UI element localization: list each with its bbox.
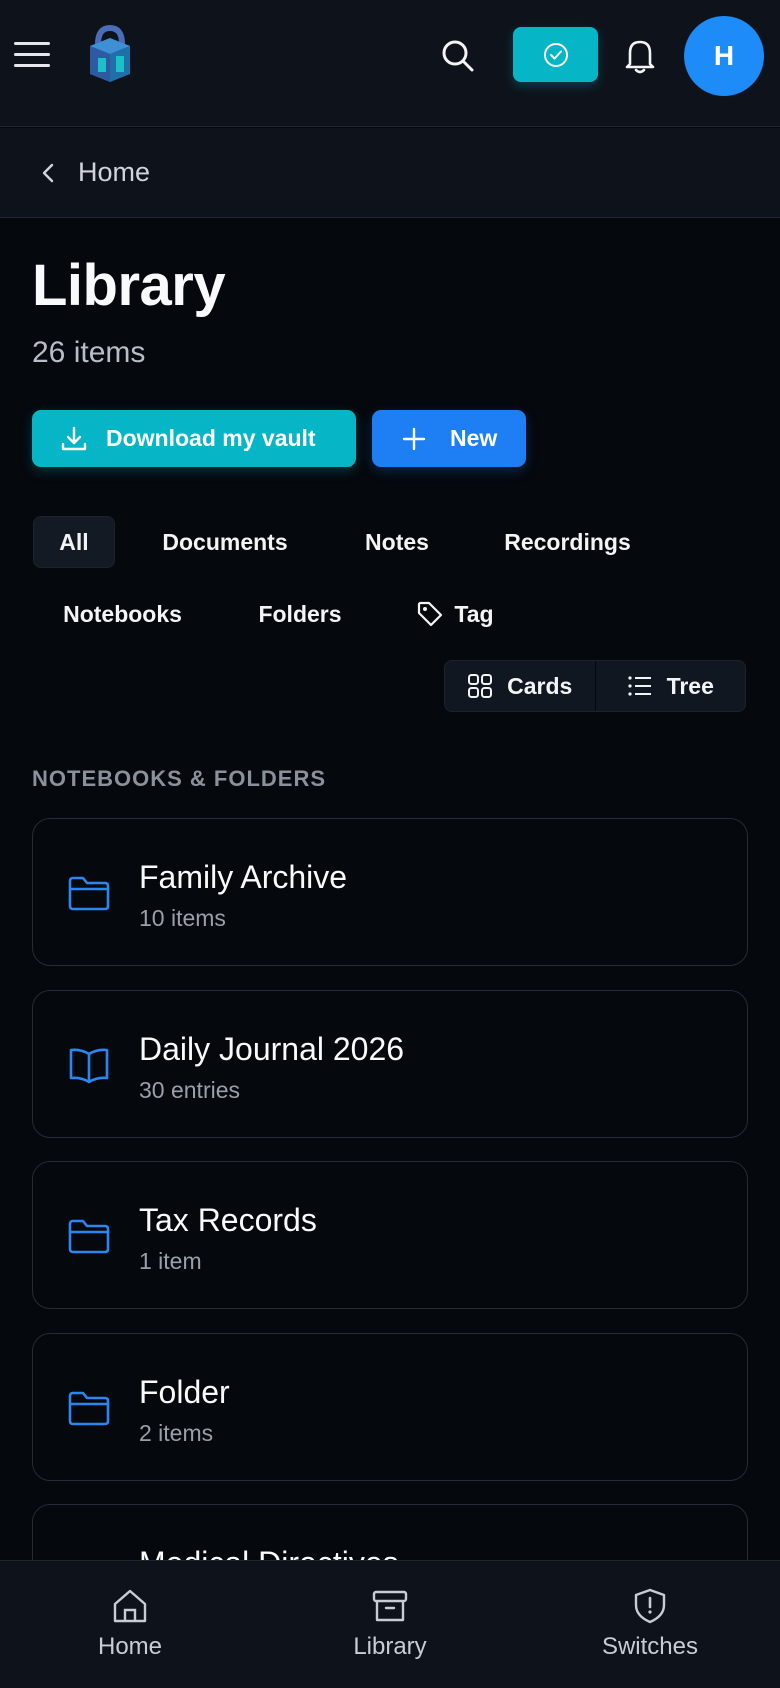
search-icon[interactable]	[438, 36, 478, 76]
home-icon	[113, 1589, 147, 1623]
chevron-left-icon	[42, 163, 54, 182]
download-vault-button[interactable]: Download my vault	[32, 410, 356, 467]
filter-documents[interactable]: Documents	[150, 516, 300, 568]
breadcrumb[interactable]: Home	[0, 128, 780, 218]
list-item[interactable]: Tax Records 1 item	[32, 1161, 748, 1309]
nav-switches-label: Switches	[601, 1633, 699, 1660]
book-open-icon	[69, 1048, 109, 1084]
shield-alert-icon	[634, 1588, 666, 1624]
new-item-label: New	[450, 425, 498, 451]
view-tree-button[interactable]: Tree	[596, 661, 746, 711]
page-title: Library	[32, 253, 226, 318]
view-toggle: Cards Tree	[444, 660, 746, 712]
bottom-nav: Home Library Switches	[0, 1560, 780, 1688]
item-title: Family Archive	[139, 859, 348, 895]
list-item[interactable]: Daily Journal 2026 30 entries	[32, 990, 748, 1138]
section-label: NOTEBOOKS & FOLDERS	[32, 766, 327, 791]
item-count: 26 items	[32, 336, 146, 369]
nav-switches[interactable]: Switches	[520, 1561, 780, 1688]
view-cards-label: Cards	[507, 672, 573, 699]
item-title: Folder	[139, 1374, 230, 1410]
item-subtitle: 2 items	[139, 1420, 214, 1446]
item-subtitle: 10 items	[139, 905, 226, 931]
menu-icon[interactable]	[14, 40, 52, 70]
view-cards-button[interactable]: Cards	[445, 661, 595, 711]
filter-recordings[interactable]: Recordings	[490, 516, 645, 568]
folder-icon	[68, 1391, 110, 1426]
grid-icon	[468, 674, 493, 698]
new-item-button[interactable]: New	[372, 410, 526, 467]
filter-folders[interactable]: Folders	[245, 588, 355, 640]
item-title: Daily Journal 2026	[139, 1031, 405, 1067]
item-title: Tax Records	[139, 1202, 317, 1238]
breadcrumb-home-label: Home	[78, 157, 151, 187]
nav-home-label: Home	[97, 1633, 163, 1660]
download-vault-label: Download my vault	[106, 425, 316, 451]
list-icon	[627, 676, 651, 696]
list-item[interactable]: Folder 2 items	[32, 1333, 748, 1481]
plus-icon	[402, 427, 426, 450]
filter-all[interactable]: All	[33, 516, 115, 568]
view-tree-label: Tree	[666, 672, 714, 699]
item-subtitle: 30 entries	[139, 1077, 241, 1103]
nav-library-label: Library	[353, 1633, 427, 1660]
filter-tag[interactable]: Tag	[405, 588, 505, 640]
folder-icon	[68, 876, 110, 911]
folder-icon	[68, 1219, 110, 1254]
nav-home[interactable]: Home	[0, 1561, 260, 1688]
top-bar: H	[0, 0, 780, 127]
download-icon	[61, 426, 87, 450]
item-subtitle: 1 item	[139, 1248, 202, 1274]
nav-library[interactable]: Library	[260, 1561, 520, 1688]
filter-tag-label: Tag	[454, 600, 494, 627]
list-item[interactable]: Family Archive 10 items	[32, 818, 748, 966]
bell-icon[interactable]	[622, 36, 658, 76]
tag-icon	[418, 601, 443, 627]
archive-icon	[372, 1590, 408, 1622]
filter-notebooks[interactable]: Notebooks	[50, 588, 195, 640]
avatar[interactable]: H	[684, 16, 764, 96]
sync-status-button[interactable]	[513, 27, 598, 82]
check-circle-icon	[543, 42, 568, 67]
app-logo[interactable]	[84, 22, 136, 86]
filter-notes[interactable]: Notes	[350, 516, 444, 568]
